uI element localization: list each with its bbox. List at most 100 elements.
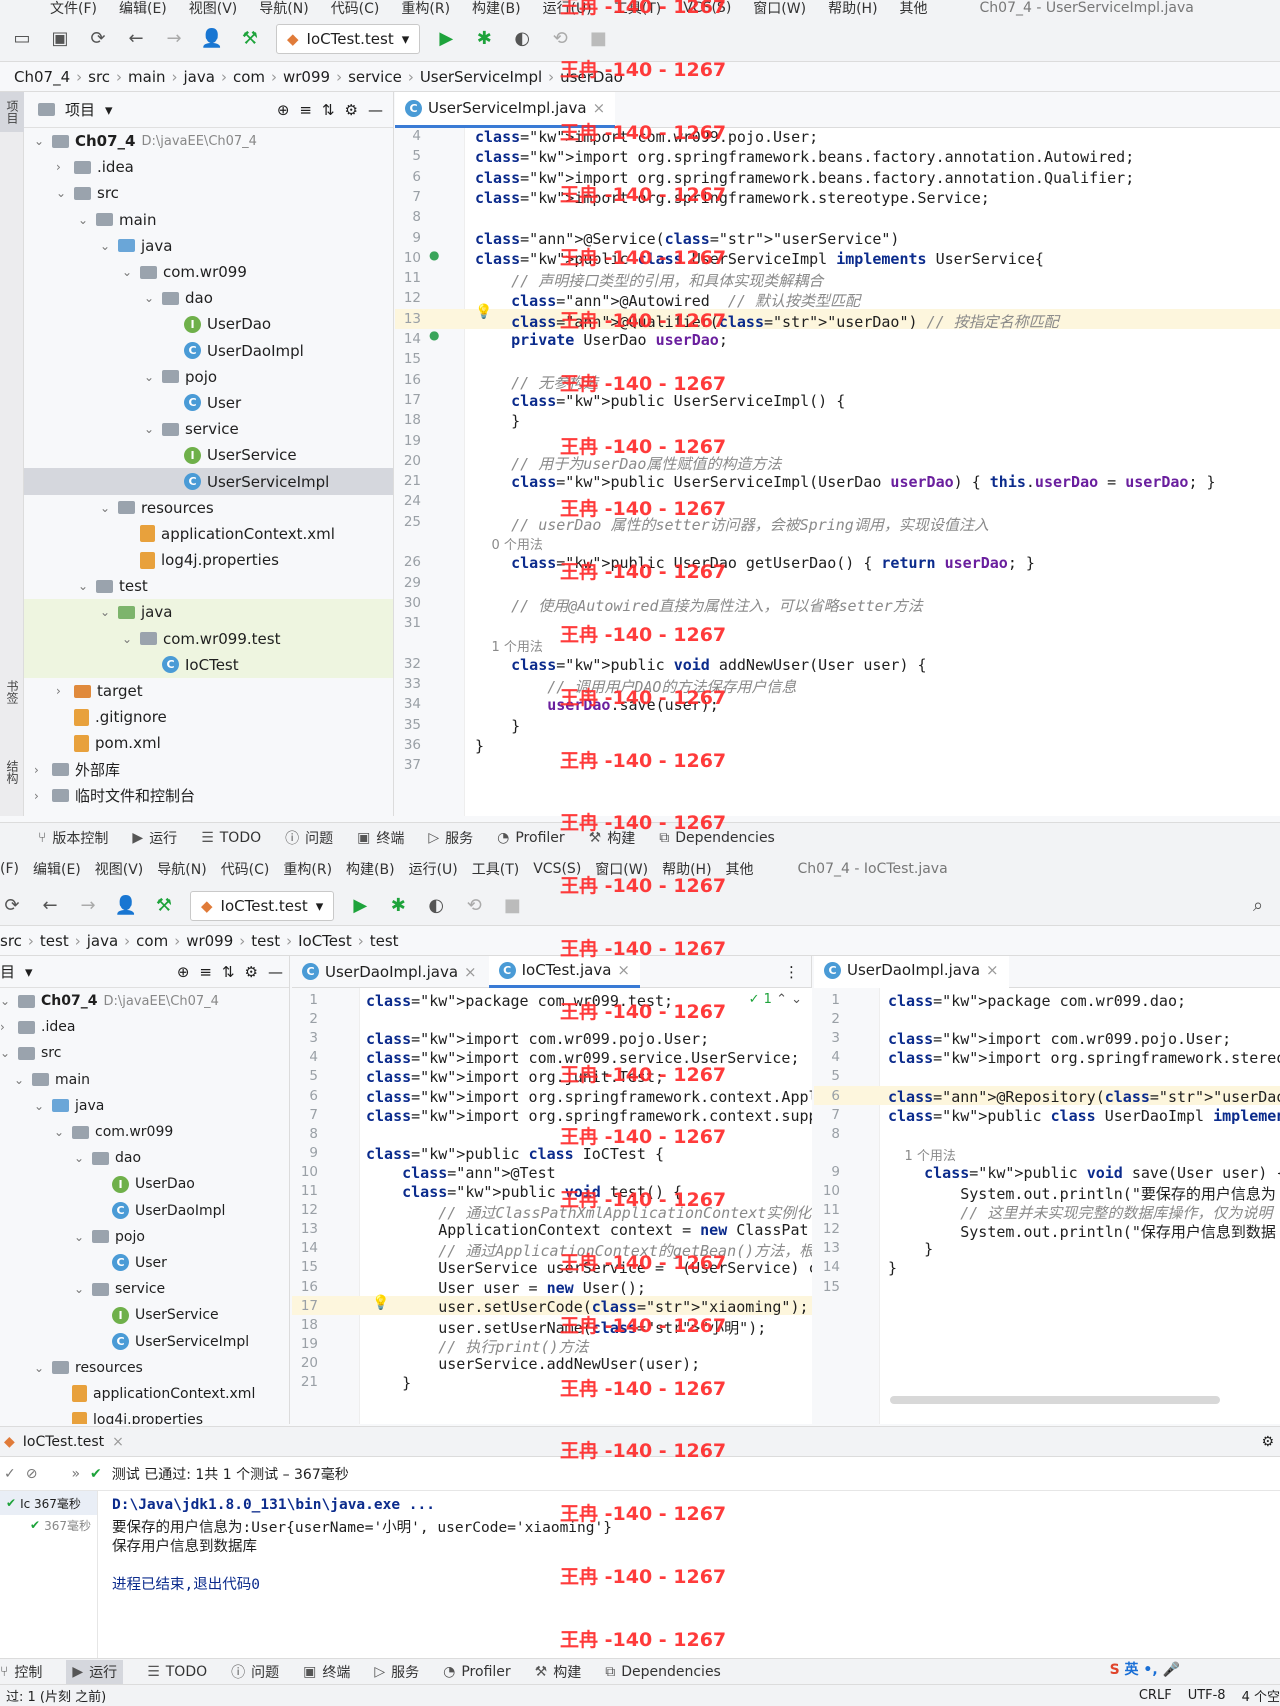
chevron-icon[interactable]: ⌄ <box>122 265 134 279</box>
tree-item[interactable]: ⌄ pojo <box>24 364 393 390</box>
test-tree-item[interactable]: ✔ Ic 367毫秒 <box>0 1491 97 1515</box>
menu-item[interactable]: 导航(N) <box>259 0 308 16</box>
collapse-all-icon[interactable]: ⇅ <box>222 963 235 981</box>
gear-icon[interactable]: ⚙ <box>245 963 258 981</box>
tree-item[interactable]: ⌄ Ch07_4 D:\javaEE\Ch07_4 <box>24 128 393 154</box>
tree-item[interactable]: ⌄ test <box>24 573 393 599</box>
encoding[interactable]: UTF-8 <box>1188 1688 1226 1703</box>
chevron-icon[interactable]: ⌄ <box>122 632 134 646</box>
chevron-icon[interactable]: ⌄ <box>34 1099 46 1113</box>
menu-item[interactable]: 导航(N) <box>157 859 206 879</box>
chevron-icon[interactable]: ⌄ <box>144 422 156 436</box>
project-panel-title[interactable]: 项目 <box>65 99 95 120</box>
tree-item[interactable]: C User <box>24 390 393 416</box>
horizontal-scrollbar[interactable] <box>890 1396 1220 1404</box>
tree-item[interactable]: › .idea <box>24 154 393 180</box>
breadcrumb-item[interactable]: userDao <box>560 68 623 86</box>
chevron-icon[interactable]: › <box>34 789 46 803</box>
tree-item[interactable]: I UserDao <box>0 1171 289 1197</box>
tree-item[interactable]: C User <box>0 1250 289 1276</box>
project-tool-tab[interactable]: 项目 <box>0 92 25 132</box>
tool-window-button[interactable]: ▷ 服务 <box>428 828 473 848</box>
tree-item[interactable]: ⌄ Ch07_4 D:\javaEE\Ch07_4 <box>0 988 289 1014</box>
tool-window-button[interactable]: ◔ Profiler <box>443 1664 511 1680</box>
tree-item[interactable]: ⌄ java <box>24 599 393 626</box>
chevron-icon[interactable]: ⌄ <box>144 370 156 384</box>
breadcrumb-item[interactable]: IoCTest <box>298 932 352 950</box>
tree-item[interactable]: C UserDaoImpl <box>0 1198 289 1224</box>
menu-item[interactable]: 视图(V) <box>95 859 144 879</box>
tab-userdaoimpl[interactable]: C UserDaoImpl.java × <box>292 956 487 988</box>
gear-icon[interactable]: ⚙ <box>345 101 358 119</box>
tool-window-button[interactable]: ⧉ Dependencies <box>605 1664 721 1680</box>
breadcrumb-item[interactable]: wr099 <box>186 932 233 950</box>
save-icon[interactable]: ▣ <box>48 27 72 51</box>
chevron-icon[interactable]: ⌄ <box>100 605 112 619</box>
menu-item[interactable]: 帮助(H) <box>662 859 711 879</box>
stop-icon[interactable]: ■ <box>586 27 610 51</box>
tree-item[interactable]: ⌄ pojo <box>0 1224 289 1250</box>
menu-item[interactable]: (F) <box>0 861 19 877</box>
tree-item[interactable]: ⌄ service <box>0 1276 289 1302</box>
tool-window-button[interactable]: ▣ 终端 <box>357 828 404 848</box>
rerun-icon[interactable]: ✓ <box>4 1466 16 1482</box>
menu-item[interactable]: 文件(F) <box>50 0 97 16</box>
coverage-icon[interactable]: ◐ <box>424 894 448 918</box>
expand-all-icon[interactable]: ≡ <box>199 963 212 981</box>
stop-icon[interactable]: ■ <box>500 894 524 918</box>
project-panel-title[interactable]: 目 <box>0 961 15 982</box>
close-icon[interactable]: × <box>617 961 630 979</box>
chevron-icon[interactable]: › <box>56 160 68 174</box>
tree-item[interactable]: ⌄ main <box>0 1067 289 1093</box>
tree-item[interactable]: log4j.properties <box>24 547 393 573</box>
tree-item[interactable]: ⌄ dao <box>0 1145 289 1171</box>
tree-item[interactable]: ⌄ com.wr099.test <box>24 625 393 652</box>
menu-item[interactable]: 编辑(E) <box>33 859 81 879</box>
tree-item[interactable]: ⌄ java <box>0 1093 289 1119</box>
chevron-icon[interactable]: ⌄ <box>34 134 46 148</box>
open-folder-icon[interactable]: ▭ <box>10 27 34 51</box>
tree-item[interactable]: › target <box>24 678 393 704</box>
breadcrumb-item[interactable]: wr099 <box>283 68 330 86</box>
breadcrumb-item[interactable]: test <box>370 932 399 950</box>
bookmarks-tool-tab[interactable]: 书签 <box>0 672 25 712</box>
structure-tool-tab[interactable]: 结构 <box>0 752 25 792</box>
chevron-icon[interactable]: ⌄ <box>54 1125 66 1139</box>
chevron-icon[interactable]: ⌄ <box>78 213 90 227</box>
breadcrumb-item[interactable]: main <box>128 68 165 86</box>
bottom-left-code-editor[interactable]: ✓ 1 ⌃ ⌄ 1 class="kw">package com.wr099.te… <box>292 988 812 1424</box>
tool-window-button[interactable]: ◔ Profiler <box>497 830 565 846</box>
user-icon[interactable]: 👤 <box>114 894 138 918</box>
tree-item[interactable]: › .idea <box>0 1014 289 1040</box>
breadcrumb-item[interactable]: test <box>40 932 69 950</box>
lightbulb-icon[interactable]: 💡 <box>475 304 492 320</box>
indent[interactable]: 4 个空 <box>1242 1686 1280 1705</box>
locate-icon[interactable]: ⊕ <box>177 963 190 981</box>
coverage-icon[interactable]: ◐ <box>510 27 534 51</box>
tool-window-button[interactable]: ⑂ 控制 <box>0 1662 42 1682</box>
menu-item[interactable]: 窗口(W) <box>753 0 806 16</box>
menu-item[interactable]: 窗口(W) <box>595 859 648 879</box>
profile-icon[interactable]: ⟲ <box>548 27 572 51</box>
test-tree-item[interactable]: ✔ 367毫秒 <box>0 1515 97 1535</box>
chevron-icon[interactable]: ⌄ <box>144 291 156 305</box>
tree-item[interactable]: I UserDao <box>24 311 393 337</box>
menu-item[interactable]: 代码(C) <box>221 859 270 879</box>
tool-window-button[interactable]: ▷ 服务 <box>374 1662 419 1682</box>
menu-item[interactable]: 构建(B) <box>346 859 395 879</box>
tree-item[interactable]: ⌄ resources <box>0 1355 289 1381</box>
user-icon[interactable]: 👤 <box>200 27 224 51</box>
menu-item[interactable]: 视图(V) <box>189 0 238 16</box>
breadcrumb-item[interactable]: test <box>251 932 280 950</box>
chevron-icon[interactable]: ⌄ <box>74 1151 86 1165</box>
inspection-widget[interactable]: ✓ 1 ⌃ ⌄ <box>749 992 802 1007</box>
chevron-icon[interactable]: ⌄ <box>56 186 68 200</box>
chevron-icon[interactable]: › <box>34 763 46 777</box>
chevron-down-icon[interactable]: ▾ <box>105 101 113 119</box>
run-icon[interactable]: ▶ <box>348 894 372 918</box>
bean-gutter-icon[interactable]: ● <box>429 248 439 262</box>
tree-item[interactable]: ⌄ src <box>0 1040 289 1066</box>
chevron-icon[interactable]: ⌄ <box>14 1073 26 1087</box>
bean-gutter-icon[interactable]: ● <box>429 328 439 342</box>
locate-icon[interactable]: ⊕ <box>277 101 290 119</box>
